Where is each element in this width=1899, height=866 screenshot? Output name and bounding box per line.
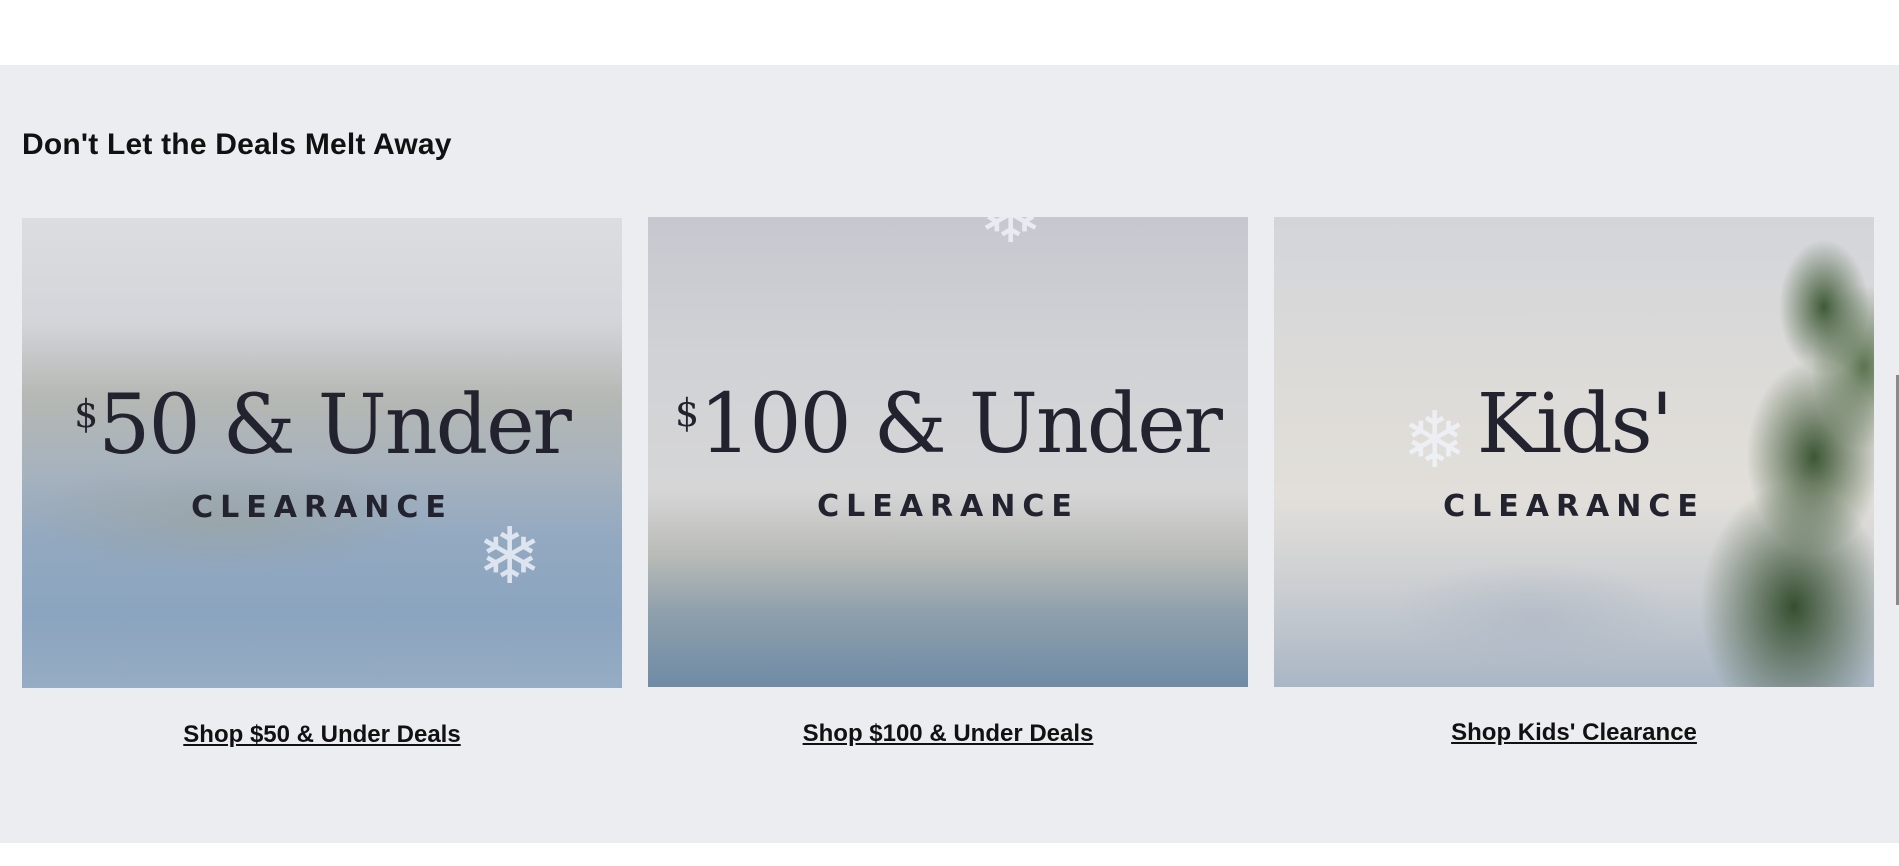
clearance-card-kids: ❄ Kids' CLEARANCE Shop Kids' Clearance	[1274, 217, 1874, 746]
card-subtitle: CLEARANCE	[1443, 489, 1705, 524]
card-headline: $50 & Under	[74, 378, 572, 473]
shop-kids-clearance-link[interactable]: Shop Kids' Clearance	[1274, 719, 1874, 747]
clearance-card-50: $50 & Under CLEARANCE ❄ Shop $50 & Under…	[22, 218, 622, 748]
card-image-50-under[interactable]: $50 & Under CLEARANCE ❄	[22, 218, 622, 688]
dollar-sign: $	[74, 392, 99, 436]
card-image-kids-clearance[interactable]: ❄ Kids' CLEARANCE	[1274, 217, 1874, 687]
card-headline: $100 & Under	[675, 377, 1223, 472]
card-image-100-under[interactable]: ❄ $100 & Under CLEARANCE	[648, 217, 1248, 687]
clearance-card-100: ❄ $100 & Under CLEARANCE Shop $100 & Und…	[648, 217, 1248, 747]
section-title: Don't Let the Deals Melt Away	[22, 128, 452, 161]
snowflake-icon: ❄	[477, 512, 543, 602]
snowflake-icon: ❄	[978, 217, 1043, 255]
card-headline: Kids'	[1476, 377, 1674, 472]
dollar-sign: $	[675, 391, 700, 435]
shop-100-under-link[interactable]: Shop $100 & Under Deals	[648, 720, 1248, 748]
card-subtitle: CLEARANCE	[817, 489, 1079, 524]
shop-50-under-link[interactable]: Shop $50 & Under Deals	[22, 721, 622, 749]
